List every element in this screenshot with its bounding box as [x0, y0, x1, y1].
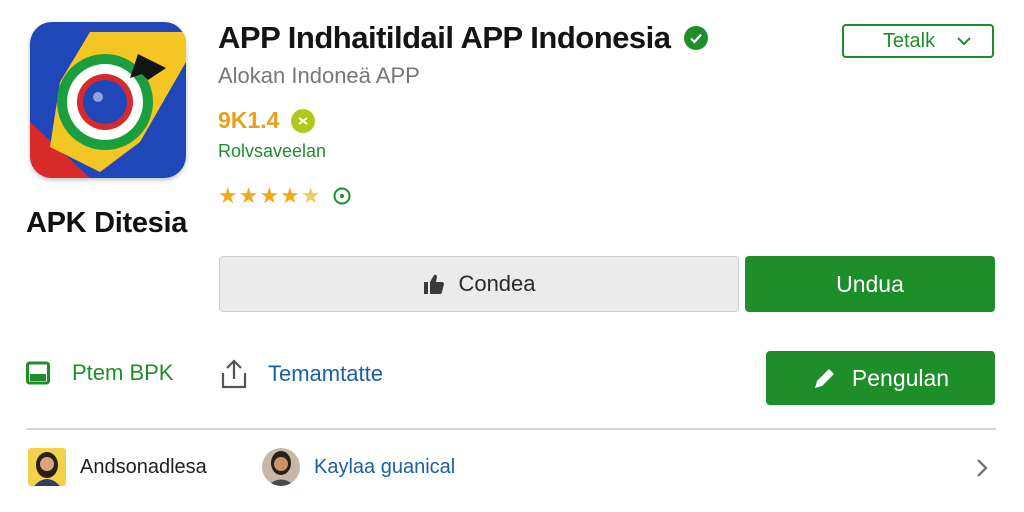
thumbs-up-icon: [424, 274, 445, 294]
brand-label: APK Ditesia: [26, 207, 188, 239]
review-button-label: Pengulan: [851, 364, 950, 391]
user-item[interactable]: Kaylaa guanical: [262, 448, 455, 486]
dropdown-label: Tetalk: [882, 29, 936, 52]
app-title: APP Indhaitildail APP Indonesia: [218, 20, 671, 55]
developer-name[interactable]: Alokan Indoneä APP: [218, 63, 420, 89]
divider: [26, 428, 996, 430]
star-rating: ★★★★★: [218, 183, 322, 208]
verified-check-icon: [684, 26, 709, 50]
chevron-right-icon[interactable]: [972, 456, 992, 480]
share-link[interactable]: Temamtatte: [218, 358, 383, 390]
avatar: [28, 448, 66, 486]
download-button-label: Undua: [836, 270, 904, 297]
save-apk-link[interactable]: Ptem BPK: [26, 360, 173, 386]
like-button[interactable]: Condea: [219, 256, 739, 312]
save-apk-label: Ptem BPK: [72, 360, 174, 385]
like-button-label: Condea: [458, 271, 536, 296]
share-label: Temamtatte: [268, 361, 383, 386]
app-icon: [30, 22, 186, 178]
user-name: Andsonadlesa: [80, 455, 207, 478]
download-button[interactable]: Undua: [745, 256, 995, 312]
pencil-icon: [814, 369, 834, 388]
size-row: 9K1.4: [218, 107, 316, 134]
info-icon[interactable]: [332, 186, 352, 206]
user-name: Kaylaa guanical: [314, 455, 456, 478]
title-row: APP Indhaitildail APP Indonesia: [218, 20, 709, 56]
user-item[interactable]: Andsonadlesa: [28, 448, 207, 486]
rating-row: ★★★★★: [218, 183, 352, 209]
share-icon: [221, 359, 247, 389]
save-icon: [26, 361, 50, 385]
app-category[interactable]: Rolvsaveelan: [218, 141, 326, 162]
chevron-down-icon: [957, 37, 971, 46]
review-button[interactable]: Pengulan: [766, 351, 995, 405]
avatar: [262, 448, 300, 486]
badge-icon: [291, 108, 316, 133]
version-dropdown[interactable]: Tetalk: [842, 24, 994, 58]
app-size: 9K1.4: [218, 107, 280, 133]
